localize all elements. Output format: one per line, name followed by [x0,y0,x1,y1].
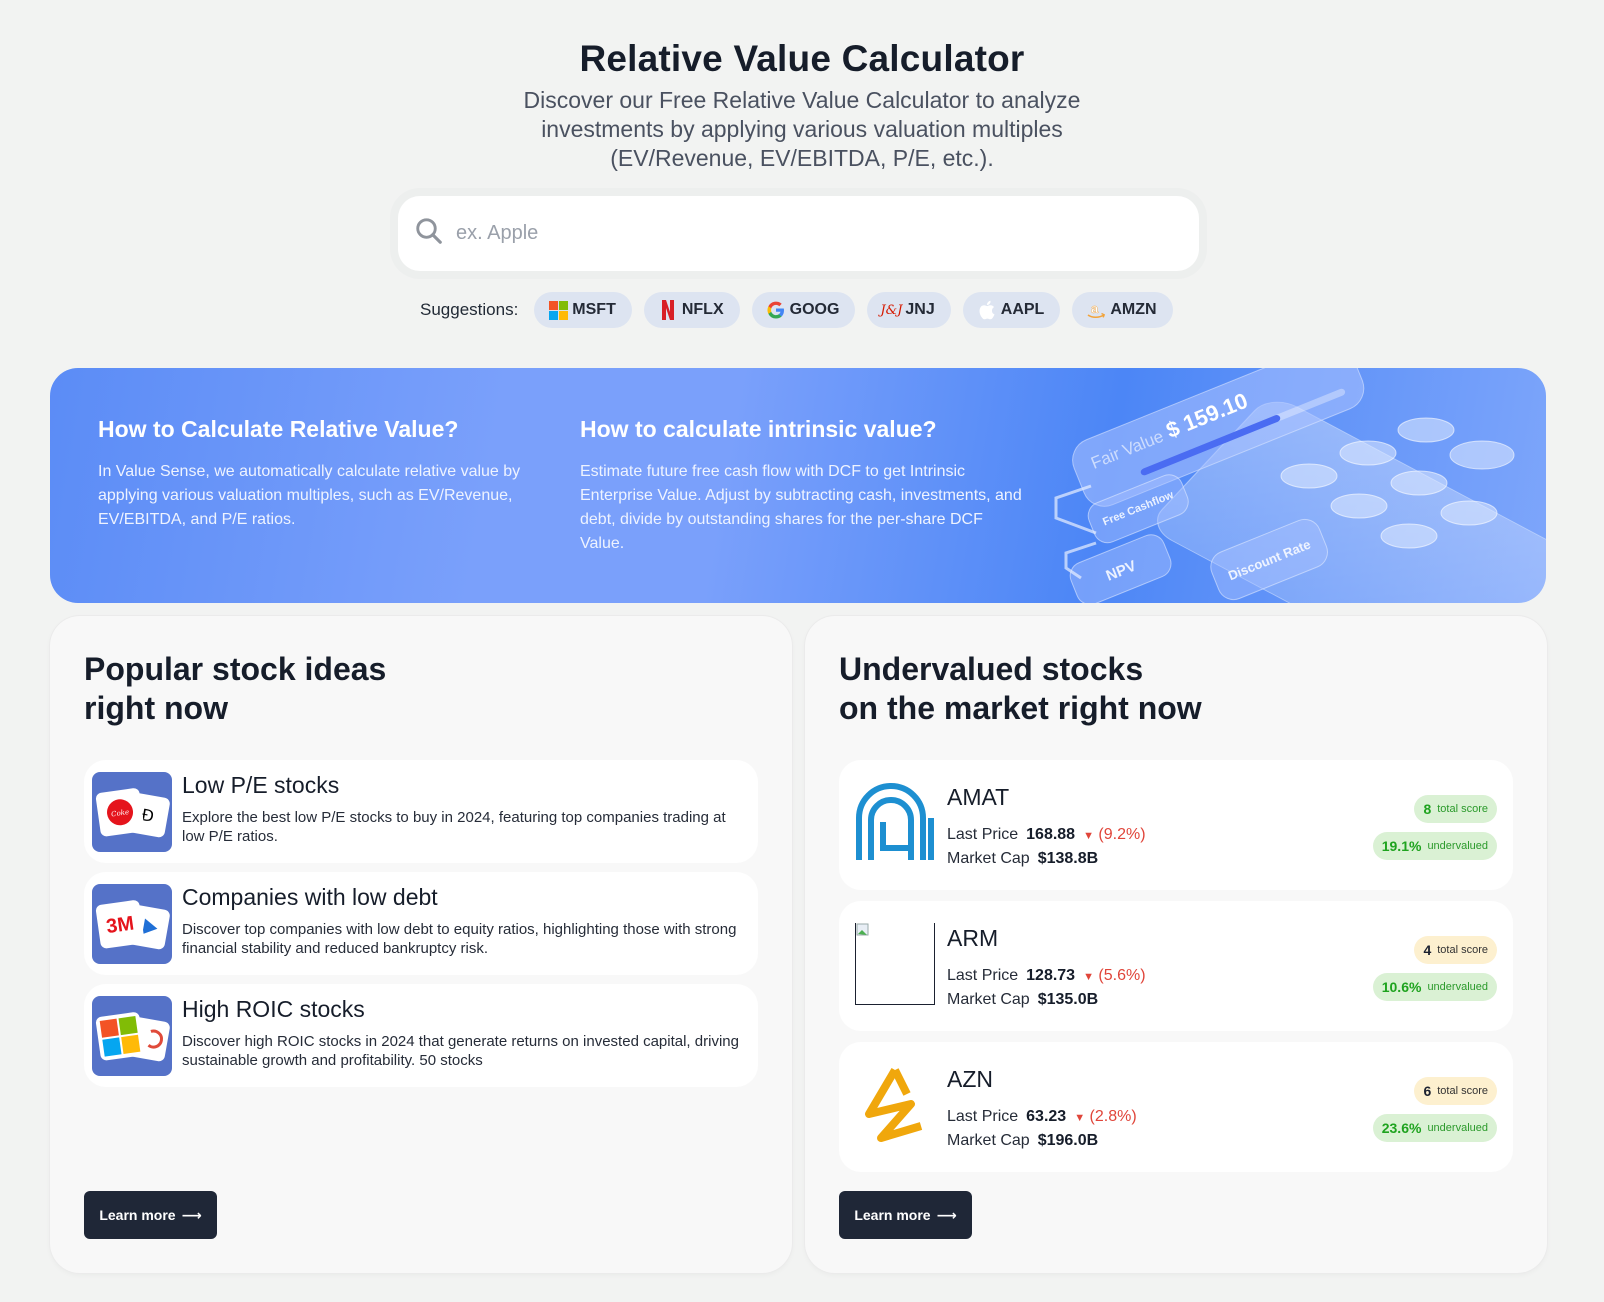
svg-text:a: a [1091,301,1099,316]
arrow-right-icon: ⟶ [181,1206,202,1223]
last-price-value: 128.73 [1026,967,1076,984]
suggestions-label: Suggestions: [420,300,519,319]
stock-ticker: AZN [947,1066,993,1092]
undervalued-learn-more-button[interactable]: Learn more ⟶ [839,1191,972,1239]
stock-row-arm[interactable]: ARM Last Price 128.73 ▼ (5.6%) Market Cap $… [839,901,1513,1031]
idea-description: Discover top companies with low debt to … [182,921,737,957]
total-score-badge: 4 total score [1414,936,1497,964]
page-subtitle: Discover our Free Relative Value Calcula… [523,87,1081,171]
arm-logo-broken-image-icon [855,923,935,1005]
azn-logo-icon [855,1064,935,1146]
suggestion-ticker: MSFT [572,301,616,318]
relative-value-heading: How to Calculate Relative Value? [98,416,459,442]
suggestion-ticker: NFLX [681,301,724,318]
price-change: ▼ (5.6%) [1083,967,1146,984]
idea-title: Low P/E stocks [182,772,340,798]
learn-more-label: Learn more [854,1207,931,1223]
undervalued-stocks-card: Undervalued stocks on the market right no… [805,616,1547,1273]
idea-item-high-roic[interactable]: High ROIC stocks Discover high ROIC stoc… [84,984,758,1087]
market-cap-value: $196.0B [1037,1132,1099,1149]
popular-ideas-title: Popular stock ideas right now [84,651,387,726]
search-input[interactable] [456,222,1156,245]
suggestion-chip-nflx[interactable]: NFLX [643,292,740,328]
stock-ticker: AMAT [947,784,1010,810]
page-title: Relative Value Calculator [579,38,1025,79]
last-price-label: Last Price [947,967,1019,984]
suggestion-chip-amzn[interactable]: a AMZN [1072,292,1173,328]
idea-item-low-debt[interactable]: 3M Companies with low debt Discover top … [84,872,758,975]
down-triangle-icon: ▼ [1074,1112,1086,1124]
undervalued-badge: 23.6% undervalued [1372,1114,1497,1142]
idea-title: High ROIC stocks [182,996,365,1022]
amat-logo-icon [855,782,935,864]
undervalued-title: Undervalued stocks on the market right no… [839,651,1202,726]
price-change: ▼ (2.8%) [1074,1108,1137,1125]
google-logo-icon [766,300,786,320]
low-debt-thumbnail: 3M [92,884,172,964]
suggestion-chip-goog[interactable]: GOOG [751,292,856,328]
suggestion-chip-msft[interactable]: MSFT [534,292,632,328]
info-banner: How to Calculate Relative Value? In Valu… [50,368,1546,603]
last-price-label: Last Price [947,1108,1019,1125]
idea-description: Explore the best low P/E stocks to buy i… [182,809,726,845]
suggestion-ticker: GOOG [789,301,840,318]
stock-ticker: ARM [947,925,999,951]
popular-learn-more-button[interactable]: Learn more ⟶ [84,1191,217,1239]
intrinsic-value-heading: How to calculate intrinsic value? [580,416,937,442]
last-price-label: Last Price [947,826,1019,843]
apple-logo-icon [977,300,997,320]
learn-more-label: Learn more [99,1207,176,1223]
calculator-illustration: Fair Value $ 159.10 Free Cashflow NPV Di… [1054,368,1546,603]
down-triangle-icon: ▼ [1083,971,1094,983]
market-cap-label: Market Cap [947,1132,1030,1149]
suggestion-chip-aapl[interactable]: AAPL [962,292,1061,328]
suggestion-ticker: JNJ [905,301,935,318]
low-pe-thumbnail: Ð Coke [92,772,172,852]
stock-row-amat[interactable]: AMAT Last Price 168.88 ▼ (9.2%) Market Cap… [839,760,1513,890]
stock-row-azn[interactable]: AZN Last Price 63.23 ▼ (2.8%) Market Cap $1… [839,1042,1513,1172]
down-triangle-icon: ▼ [1083,830,1094,842]
total-score-badge: 6 total score [1414,1077,1497,1105]
market-cap-value: $135.0B [1037,991,1099,1008]
search-icon [414,216,444,251]
npv-tag: NPV [1069,534,1172,603]
market-cap-value: $138.8B [1037,850,1099,867]
search-box[interactable] [398,196,1199,271]
suggestion-ticker: AAPL [1000,301,1045,318]
total-score-badge: 8 total score [1414,795,1497,823]
undervalued-badge: 10.6% undervalued [1372,973,1497,1001]
idea-title: Companies with low debt [182,884,438,910]
market-cap-label: Market Cap [947,850,1030,867]
idea-description: Discover high ROIC stocks in 2024 that g… [182,1033,739,1069]
microsoft-logo-icon [548,300,568,320]
high-roic-thumbnail [92,996,172,1076]
relative-value-info: How to Calculate Relative Value? In Valu… [98,416,538,532]
market-cap-label: Market Cap [947,991,1030,1008]
suggestion-chip-jnj[interactable]: J&J JNJ [867,292,951,328]
relative-value-text: In Value Sense, we automatically calcula… [98,463,521,528]
suggestion-ticker: AMZN [1110,301,1157,318]
intrinsic-value-text: Estimate future free cash flow with DCF … [580,463,1022,552]
suggestions: Suggestions: MSFT NFLX GOOG J&J JNJ AAPL… [420,292,1173,328]
netflix-logo-icon [658,300,678,320]
last-price-value: 168.88 [1026,826,1076,843]
undervalued-badge: 19.1% undervalued [1372,832,1497,860]
amazon-logo-icon: a [1086,300,1106,320]
price-change: ▼ (9.2%) [1083,826,1146,843]
last-price-value: 63.23 [1026,1108,1067,1125]
arrow-right-icon: ⟶ [936,1206,957,1223]
jnj-logo-icon: J&J [880,302,903,318]
idea-item-low-pe[interactable]: Ð Coke Low P/E stocks Explore the best lo… [84,760,758,863]
intrinsic-value-info: How to calculate intrinsic value? Estima… [580,416,1030,556]
svg-text:3M: 3M [105,912,136,938]
popular-ideas-card: Popular stock ideas right now Ð Coke Low P… [50,616,792,1273]
